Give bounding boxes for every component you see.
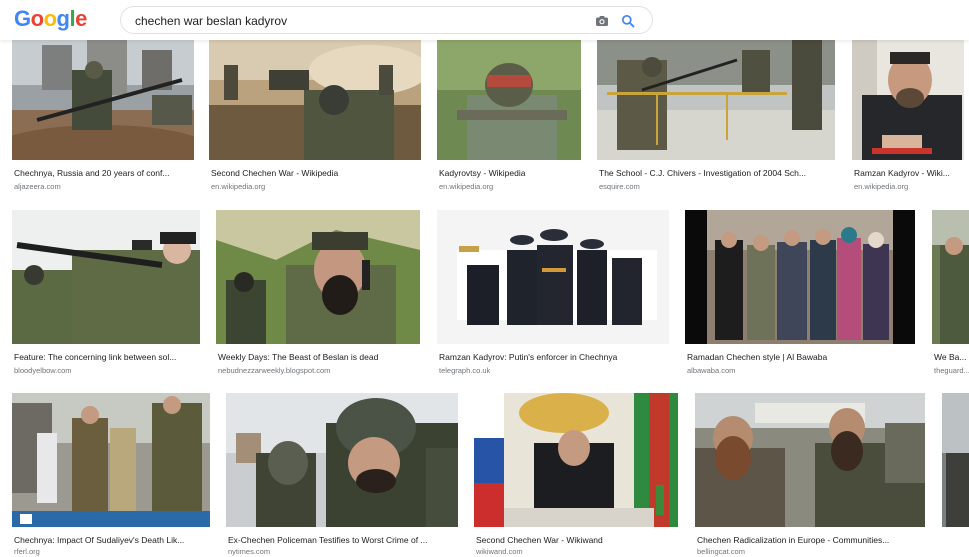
image-result[interactable]: Kadyrovtsy - Wikipedia en.wikipedia.org [437,40,581,195]
thumbnail-image[interactable] [852,40,964,160]
thumbnail-image[interactable] [226,393,458,527]
result-title[interactable]: The School - C.J. Chivers - Investigatio… [599,168,833,179]
thumbnail-image[interactable] [12,393,210,527]
google-logo[interactable]: Google [14,6,87,32]
result-source[interactable]: bloodyelbow.com [14,366,198,376]
image-result[interactable]: Ramzan Kadyrov: Putin's enforcer in Chec… [437,210,669,380]
thumbnail-image[interactable] [209,40,421,160]
result-source[interactable]: wikiwand.com [476,547,676,557]
search-icon[interactable] [620,13,636,29]
logo-letter: G [14,6,31,31]
result-source[interactable]: en.wikipedia.org [854,182,966,192]
logo-letter: g [56,6,70,31]
result-source[interactable]: rferl.org [14,547,208,557]
result-title[interactable]: Ramzan Kadyrov: Putin's enforcer in Chec… [439,352,667,363]
camera-icon[interactable] [594,13,610,29]
logo-letter: o [30,6,44,31]
result-title[interactable]: Kadyrovtsy - Wikipedia [439,168,579,179]
result-title[interactable]: Chechnya: Impact Of Sudaliyev's Death Li… [14,535,208,546]
thumbnail-image[interactable] [932,210,969,344]
image-result[interactable]: Ramzan Kadyrov - Wiki... en.wikipedia.or… [852,40,969,195]
result-source[interactable]: nebudnezzarweekly.blogspot.com [218,366,422,376]
thumbnail-image[interactable] [695,393,925,527]
result-title[interactable]: We Ba... [934,352,969,363]
result-source[interactable]: nytimes.com [228,547,456,557]
thumbnail-image[interactable] [685,210,915,344]
result-source[interactable]: theguard... [934,366,969,376]
image-result[interactable]: We Ba... theguard... [932,210,969,380]
result-title[interactable]: Chechen Radicalization in Europe - Commu… [697,535,923,546]
result-source[interactable]: en.wikipedia.org [439,182,579,192]
logo-letter: o [43,6,57,31]
header-bar: Google [0,0,969,40]
thumbnail-image[interactable] [474,393,678,527]
thumbnail-image[interactable] [597,40,835,160]
thumbnail-image[interactable] [437,40,581,160]
result-title[interactable]: Chechnya, Russia and 20 years of conf... [14,168,192,179]
result-title[interactable]: Ramzan Kadyrov - Wiki... [854,168,966,179]
image-result[interactable]: Second Chechen War - Wikipedia en.wikipe… [209,40,421,195]
result-title[interactable]: Second Chechen War - Wikipedia [211,168,419,179]
thumbnail-image[interactable] [216,210,420,344]
image-result[interactable]: Chechen Radicalization in Europe - Commu… [695,393,927,557]
search-box[interactable] [120,6,653,34]
search-input[interactable] [135,12,575,29]
image-result[interactable]: Weekly Days: The Beast of Beslan is dead… [216,210,424,380]
result-title[interactable]: Feature: The concerning link between sol… [14,352,198,363]
image-result[interactable]: Chechnya: Impact Of Sudaliyev's Death Li… [12,393,210,557]
result-source[interactable]: bellingcat.com [697,547,923,557]
thumbnail-image[interactable] [12,40,194,160]
result-title[interactable]: Weekly Days: The Beast of Beslan is dead [218,352,422,363]
image-result[interactable]: Feature: The concerning link between sol… [12,210,200,380]
image-result[interactable]: Second Chechen War - Wikiwand wikiwand.c… [474,393,680,557]
result-source[interactable]: esquire.com [599,182,833,192]
image-result[interactable]: The School - C.J. Chivers - Investigatio… [597,40,835,195]
image-result[interactable]: Ramadan Chechen style | Al Bawaba albawa… [685,210,917,380]
result-source[interactable]: albawaba.com [687,366,913,376]
image-result[interactable] [942,393,969,557]
result-title[interactable]: Ex-Chechen Policeman Testifies to Worst … [228,535,456,546]
logo-letter: e [75,6,87,31]
result-title[interactable]: Ramadan Chechen style | Al Bawaba [687,352,913,363]
thumbnail-image[interactable] [942,393,969,527]
result-source[interactable]: en.wikipedia.org [211,182,419,192]
image-result[interactable]: Chechnya, Russia and 20 years of conf...… [12,40,194,195]
result-title[interactable]: Second Chechen War - Wikiwand [476,535,676,546]
result-source[interactable]: telegraph.co.uk [439,366,667,376]
image-result[interactable]: Ex-Chechen Policeman Testifies to Worst … [226,393,458,557]
result-source[interactable]: aljazeera.com [14,182,192,192]
thumbnail-image[interactable] [12,210,200,344]
thumbnail-image[interactable] [437,210,669,344]
